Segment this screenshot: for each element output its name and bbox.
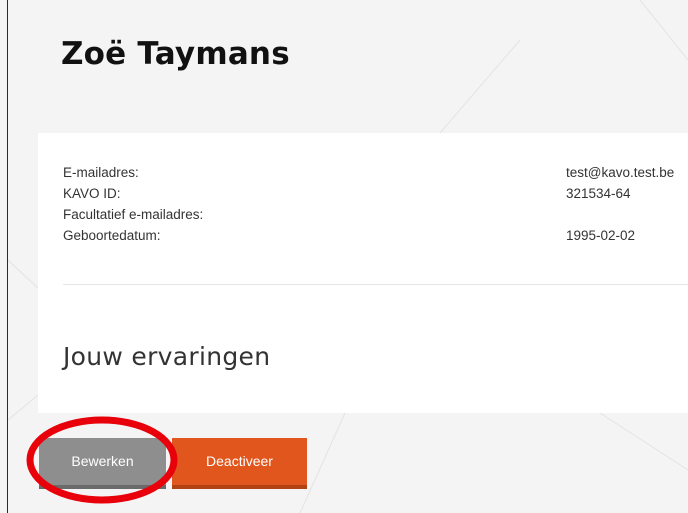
birthdate-label: Geboortedatum: (63, 228, 161, 243)
profile-card: E-mailadres: test@kavo.test.be KAVO ID: … (38, 133, 688, 413)
window-left-border (7, 0, 8, 513)
birthdate-value: 1995-02-02 (566, 228, 636, 243)
page-title: Zoë Taymans (61, 36, 290, 72)
deactivate-button[interactable]: Deactiveer (172, 438, 307, 489)
profile-page: Zoë Taymans E-mailadres: test@kavo.test.… (0, 0, 688, 513)
kavo-id-value: 321534-64 (566, 186, 631, 201)
email-label: E-mailadres: (63, 165, 139, 180)
edit-button[interactable]: Bewerken (39, 438, 166, 489)
experience-heading: Jouw ervaringen (63, 342, 271, 371)
kavo-id-label: KAVO ID: (63, 186, 121, 201)
card-divider (63, 284, 688, 285)
optional-email-label: Facultatief e-mailadres: (63, 207, 204, 222)
email-value: test@kavo.test.be (566, 165, 675, 180)
